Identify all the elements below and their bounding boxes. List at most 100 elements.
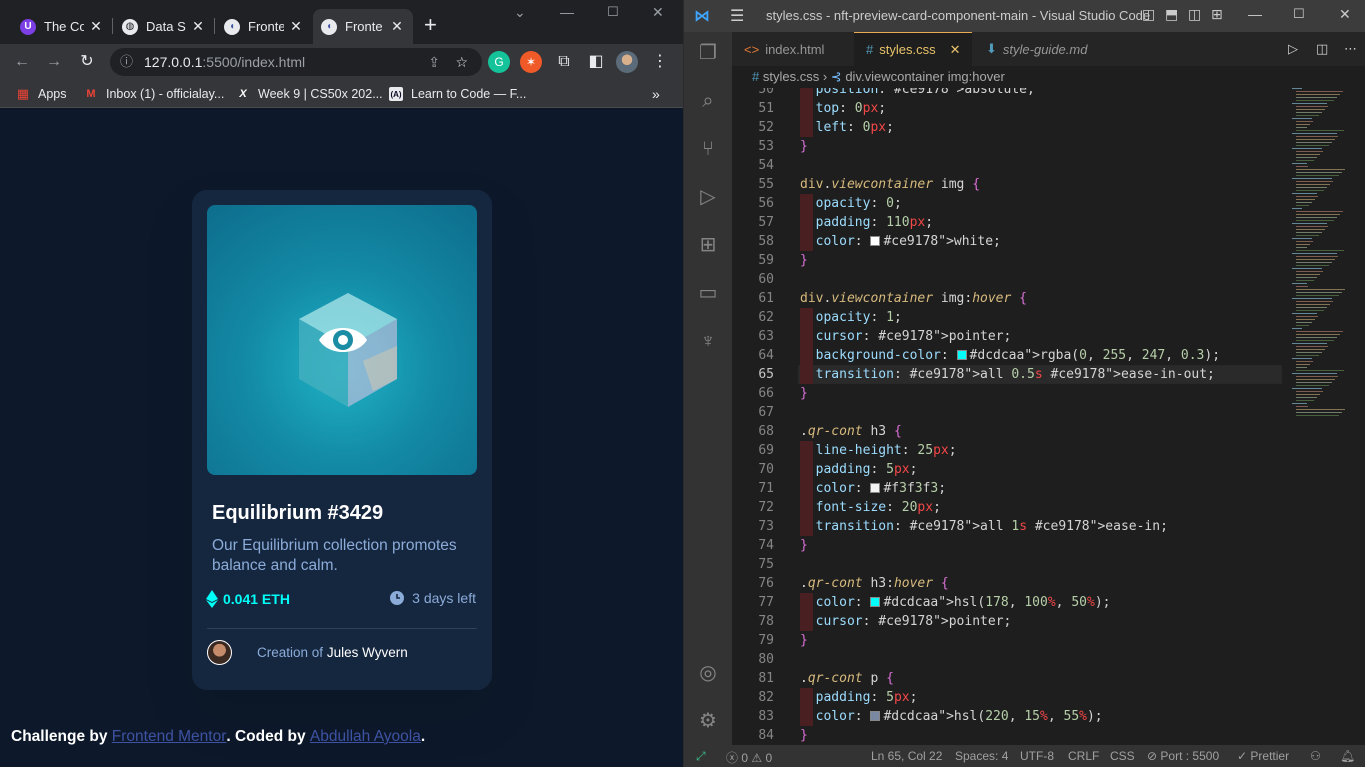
- source-control-icon[interactable]: ⑂: [695, 136, 721, 162]
- toggle-panel-icon[interactable]: ⬒: [1165, 6, 1178, 23]
- prettier-status[interactable]: ✓ Prettier: [1237, 749, 1289, 763]
- minimap-line: [1296, 334, 1340, 335]
- extensions-icon[interactable]: ⊞: [695, 232, 721, 258]
- close-icon[interactable]: ✕: [288, 18, 304, 35]
- browser-tab-2[interactable]: ◍ Data Sc ✕: [114, 9, 214, 44]
- address-bar[interactable]: ⓘ 127.0.0.1:5500/index.html ⇪ ☆: [110, 48, 482, 76]
- toggle-sidebar-icon[interactable]: ◫: [1142, 6, 1155, 23]
- minimap-line: [1296, 211, 1343, 212]
- new-tab-button[interactable]: +: [424, 13, 437, 37]
- feedback-icon[interactable]: ⚇: [1310, 749, 1321, 763]
- color-swatch[interactable]: [956, 350, 967, 360]
- bookmark-cs50[interactable]: X Week 9 | CS50x 202...: [236, 85, 383, 103]
- minimap[interactable]: [1292, 88, 1360, 418]
- close-window-icon[interactable]: ✕: [652, 4, 664, 21]
- settings-gear-icon[interactable]: ⚙: [695, 708, 721, 734]
- close-icon[interactable]: ✕: [950, 42, 961, 58]
- indentation[interactable]: Spaces: 4: [955, 749, 1008, 763]
- customize-layout-icon[interactable]: ⊞: [1211, 6, 1223, 23]
- breadcrumb-file[interactable]: styles.css: [763, 69, 819, 84]
- extension-icon[interactable]: ✶: [520, 51, 542, 73]
- card-title[interactable]: Equilibrium #3429: [212, 502, 383, 525]
- explorer-icon[interactable]: ❐: [695, 40, 721, 66]
- minimap-line: [1296, 109, 1325, 110]
- encoding[interactable]: UTF-8: [1020, 749, 1054, 763]
- bookmark-label: Week 9 | CS50x 202...: [258, 87, 383, 101]
- puzzle-icon[interactable]: ⧉: [552, 50, 576, 74]
- bookmark-freecodecamp[interactable]: (A) Learn to Code — F...: [389, 85, 526, 103]
- color-swatch[interactable]: [870, 483, 881, 493]
- line-number: 52: [758, 120, 774, 135]
- toggle-secondary-sidebar-icon[interactable]: ◫: [1188, 6, 1201, 23]
- markdown-icon: ⬇: [986, 41, 997, 56]
- line-number: 77: [758, 595, 774, 610]
- globe-icon: ◍: [122, 18, 138, 35]
- minimap-line: [1296, 346, 1328, 347]
- creator-name[interactable]: Jules Wyvern: [327, 645, 408, 660]
- info-icon[interactable]: ⓘ: [120, 48, 133, 76]
- search-icon[interactable]: ⌕: [695, 88, 721, 114]
- maximize-icon[interactable]: ☐: [607, 4, 619, 20]
- minimap-line: [1296, 364, 1310, 365]
- python-icon[interactable]: ♆: [695, 328, 721, 354]
- breadcrumb-selector[interactable]: div.viewcontainer img:hover: [845, 69, 1004, 84]
- close-icon[interactable]: ✕: [88, 18, 104, 35]
- color-swatch[interactable]: [870, 597, 881, 607]
- bookmark-inbox[interactable]: M Inbox (1) - officialay...: [84, 85, 224, 103]
- notifications-bell-icon[interactable]: 🔔︎: [1340, 749, 1355, 763]
- hamburger-menu-icon[interactable]: ☰: [730, 6, 744, 26]
- color-swatch[interactable]: [870, 711, 881, 721]
- tab-styles-css[interactable]: # styles.css ✕: [854, 32, 972, 66]
- tab-style-guide-md[interactable]: ⬇ style-guide.md: [974, 32, 1124, 66]
- profile-avatar[interactable]: [616, 51, 638, 73]
- close-icon[interactable]: ✕: [190, 18, 206, 35]
- minimap-line: [1296, 124, 1310, 125]
- line-endings[interactable]: CRLF: [1068, 749, 1099, 763]
- grammarly-icon[interactable]: G: [488, 51, 510, 73]
- menu-dots-icon[interactable]: ⋮: [648, 50, 672, 74]
- language-mode[interactable]: CSS: [1110, 749, 1135, 763]
- frontend-mentor-link[interactable]: Frontend Mentor: [112, 728, 227, 745]
- forward-arrow-icon[interactable]: →: [42, 50, 66, 74]
- color-swatch[interactable]: [870, 236, 881, 246]
- browser-tab-active[interactable]: ◖ Fronte ✕: [313, 9, 413, 44]
- star-icon[interactable]: ☆: [455, 48, 468, 76]
- browser-tab-1[interactable]: U The Co ✕: [12, 9, 112, 44]
- remote-indicator-icon[interactable]: ⤢: [696, 749, 706, 764]
- browser-window: U The Co ✕ ◍ Data Sc ✕ ◖ Fronte ✕ ◖ Fron…: [0, 0, 683, 767]
- code-line: line-height: 25px;: [815, 443, 957, 458]
- minimap-line: [1296, 295, 1339, 296]
- minimize-icon[interactable]: —: [1248, 6, 1262, 22]
- minimap-line: [1292, 238, 1312, 239]
- tab-label: styles.css: [879, 42, 936, 57]
- live-server-port[interactable]: ⊘ Port : 5500: [1147, 749, 1219, 763]
- bookmark-apps[interactable]: ▦ Apps: [16, 85, 67, 103]
- desktop: U The Co ✕ ◍ Data Sc ✕ ◖ Fronte ✕ ◖ Fron…: [0, 0, 1365, 767]
- code-line: .qr-cont p {: [800, 671, 894, 686]
- tab-index-html[interactable]: <> index.html: [732, 32, 842, 66]
- more-actions-icon[interactable]: ⋯: [1332, 32, 1365, 66]
- side-panel-icon[interactable]: ◧: [584, 50, 608, 74]
- remote-explorer-icon[interactable]: ▭: [695, 280, 721, 306]
- reload-icon[interactable]: ↻: [75, 50, 99, 74]
- close-window-icon[interactable]: ✕: [1339, 6, 1351, 23]
- cursor-position[interactable]: Ln 65, Col 22: [871, 749, 942, 763]
- code-editor[interactable]: 50 51 52 53 54 55 56 57 58 59 60 61 62 63 64 65 66 67 68 69…: [732, 88, 1365, 745]
- minimize-icon[interactable]: —: [560, 4, 574, 20]
- share-icon[interactable]: ⇪: [428, 48, 440, 76]
- close-icon[interactable]: ✕: [389, 18, 405, 35]
- page-viewport: Equilibrium #3429 Our Equilibrium collec…: [0, 110, 683, 767]
- problems-indicator[interactable]: ⓧ 0 ⚠ 0: [726, 749, 772, 766]
- minimap-line: [1296, 247, 1307, 248]
- account-icon[interactable]: ◎: [695, 660, 721, 686]
- maximize-icon[interactable]: ☐: [1293, 6, 1305, 22]
- browser-tab-3[interactable]: ◖ Fronte ✕: [216, 9, 312, 44]
- tab-search-icon[interactable]: ⌄: [514, 4, 526, 21]
- code-line: div.viewcontainer img:hover {: [800, 291, 1027, 306]
- run-debug-icon[interactable]: ▷: [695, 184, 721, 210]
- author-link[interactable]: Abdullah Ayoola: [310, 728, 421, 745]
- back-arrow-icon[interactable]: ←: [10, 50, 34, 74]
- nft-image[interactable]: [207, 205, 477, 475]
- tab-title: Fronte: [248, 19, 284, 34]
- more-bookmarks-icon[interactable]: »: [652, 85, 660, 103]
